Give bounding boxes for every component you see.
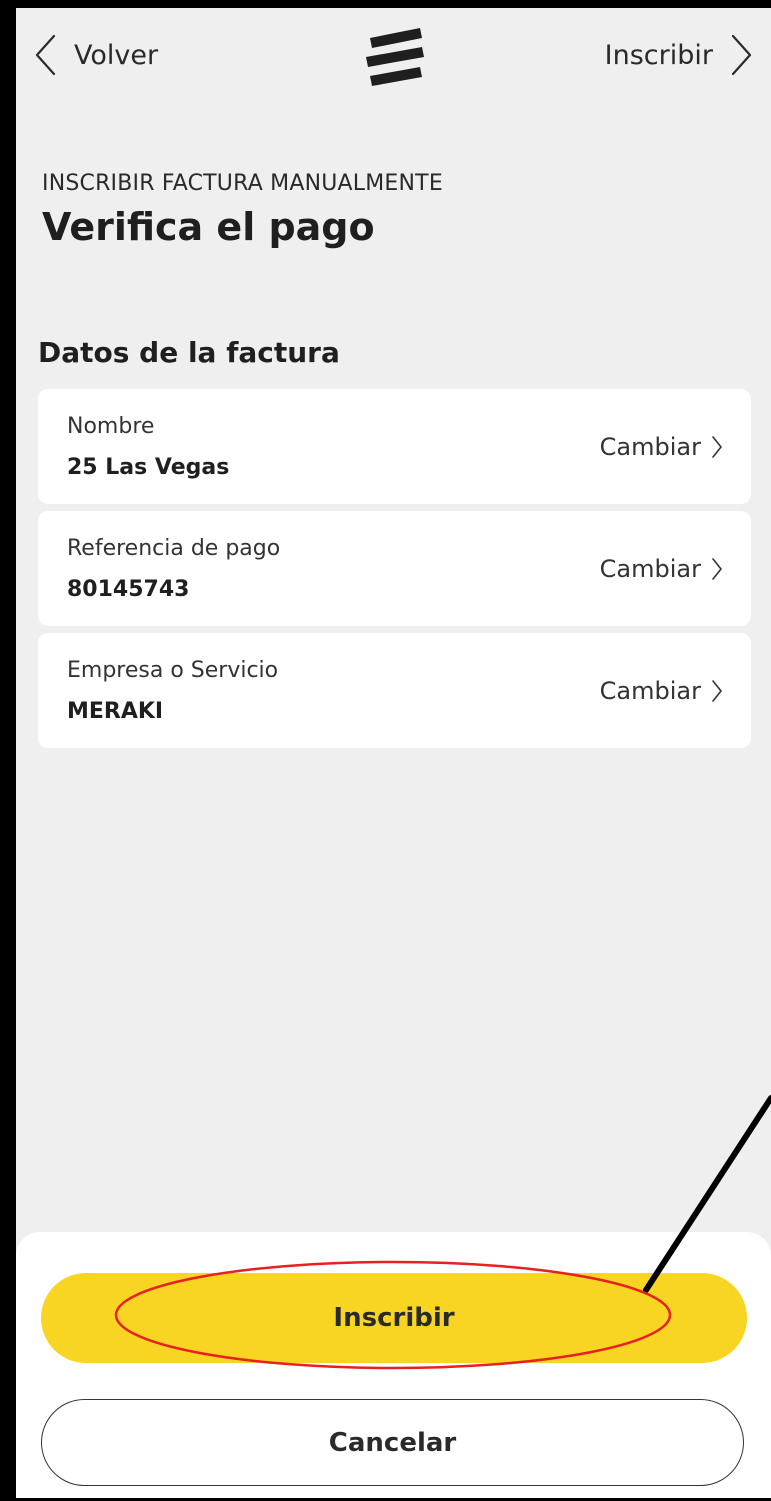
back-button[interactable]: Volver bbox=[32, 30, 158, 80]
page-kicker: INSCRIBIR FACTURA MANUALMENTE bbox=[42, 171, 443, 196]
inscribir-button[interactable]: Inscribir bbox=[41, 1273, 747, 1363]
card-label: Nombre bbox=[67, 414, 155, 439]
frame-top bbox=[0, 0, 771, 8]
card-label: Referencia de pago bbox=[67, 536, 281, 561]
frame-left bbox=[0, 0, 16, 1501]
bottom-action-sheet: Inscribir Cancelar bbox=[16, 1232, 771, 1498]
change-button[interactable]: Cambiar bbox=[600, 433, 723, 461]
change-label: Cambiar bbox=[599, 433, 701, 461]
card-label: Empresa o Servicio bbox=[67, 658, 279, 683]
next-inscribir-button[interactable]: Inscribir bbox=[605, 30, 755, 80]
chevron-right-icon bbox=[712, 436, 722, 458]
chevron-left-icon bbox=[35, 34, 56, 76]
change-label: Cambiar bbox=[599, 677, 701, 705]
card-empresa[interactable]: Empresa o Servicio MERAKI Cambiar bbox=[38, 633, 751, 748]
chevron-right-icon bbox=[712, 680, 722, 702]
change-button[interactable]: Cambiar bbox=[600, 677, 723, 705]
card-value: 80145743 bbox=[67, 577, 190, 602]
next-label: Inscribir bbox=[604, 39, 713, 71]
chevron-right-icon bbox=[731, 34, 752, 76]
section-title: Datos de la factura bbox=[38, 336, 340, 369]
back-label: Volver bbox=[74, 39, 159, 71]
change-label: Cambiar bbox=[599, 555, 701, 583]
change-button[interactable]: Cambiar bbox=[600, 555, 723, 583]
cancel-button[interactable]: Cancelar bbox=[41, 1399, 744, 1486]
card-nombre[interactable]: Nombre 25 Las Vegas Cambiar bbox=[38, 389, 751, 504]
card-referencia[interactable]: Referencia de pago 80145743 Cambiar bbox=[38, 511, 751, 626]
app-screen: Volver Inscribir INSCRIBIR FACTURA MANUA… bbox=[16, 8, 771, 1498]
card-value: 25 Las Vegas bbox=[67, 455, 230, 480]
chevron-right-icon bbox=[712, 558, 722, 580]
page-title: Verifica el pago bbox=[42, 205, 375, 249]
card-value: MERAKI bbox=[67, 699, 164, 724]
bank-logo-icon bbox=[366, 28, 424, 86]
